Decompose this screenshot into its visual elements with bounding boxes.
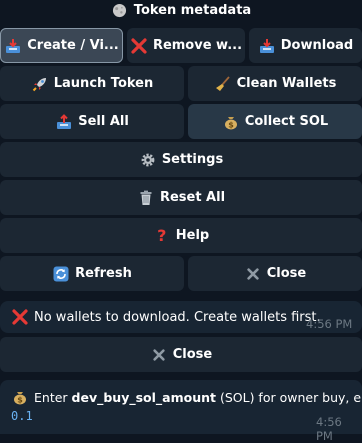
outbox-tray-icon [55,113,73,131]
settings-button[interactable]: Settings [0,142,362,177]
keyboard-row-7: Refresh Close [0,256,362,291]
cross-mark-icon [11,308,29,326]
sell-all-button[interactable]: Sell All [0,104,184,139]
message-close-button[interactable]: Close [0,337,362,372]
keyboard-row-1: Create / Vi... Remove w... Download [0,28,362,63]
dev-buy-param: dev_buy_sol_amount [71,390,216,405]
svg-text:$: $ [17,396,23,405]
collect-sol-button[interactable]: $ Collect SOL [188,104,362,139]
close-icon [244,265,262,283]
gear-icon [139,151,157,169]
close-button[interactable]: Close [188,256,362,291]
moon-icon [111,1,129,19]
close-icon [150,346,168,364]
message-keyboard-row: Close [0,337,362,372]
launch-token-button[interactable]: Launch Token [0,66,184,101]
download-button[interactable]: Download [249,28,362,63]
keyboard-row-5: Reset All [0,180,362,215]
clean-wallets-button[interactable]: Clean Wallets [188,66,362,101]
refresh-icon [52,265,70,283]
reset-all-button[interactable]: Reset All [0,180,362,215]
token-metadata-label: Token metadata [133,2,252,18]
keyboard-row-3: Sell All $ Collect SOL [0,104,362,139]
question-mark-icon: ? [157,226,167,245]
help-button[interactable]: ? Help [0,218,362,253]
cross-mark-icon [130,37,148,55]
no-wallets-message: No wallets to download. Create wallets f… [0,301,362,333]
remove-wallets-button[interactable]: Remove w... [127,28,245,63]
money-bag-icon: $ [222,113,240,131]
keyboard-row-2: Launch Token Clean Wallets [0,66,362,101]
inbox-tray-icon [4,37,22,55]
broom-icon [214,75,232,93]
svg-text:$: $ [228,120,234,129]
rocket-icon [31,75,49,93]
create-view-button[interactable]: Create / Vi... [0,28,123,63]
example-value[interactable]: 0.1 [11,409,33,423]
refresh-button[interactable]: Refresh [0,256,184,291]
message-timestamp: 4:56 PM [316,415,342,443]
no-wallets-text: No wallets to download. Create wallets f… [34,310,321,325]
dev-buy-text: Enter dev_buy_sol_amount (SOL) for owner… [34,390,362,405]
message-timestamp: 4:56 PM [306,317,353,331]
dev-buy-message: $ Enter dev_buy_sol_amount (SOL) for own… [0,380,362,443]
keyboard-row-6: ? Help [0,218,362,253]
inbox-tray-icon [258,37,276,55]
token-metadata-title[interactable]: Token metadata [0,0,362,20]
keyboard-row-4: Settings [0,142,362,177]
wastebasket-icon [137,189,155,207]
money-bag-icon: $ [11,388,29,406]
